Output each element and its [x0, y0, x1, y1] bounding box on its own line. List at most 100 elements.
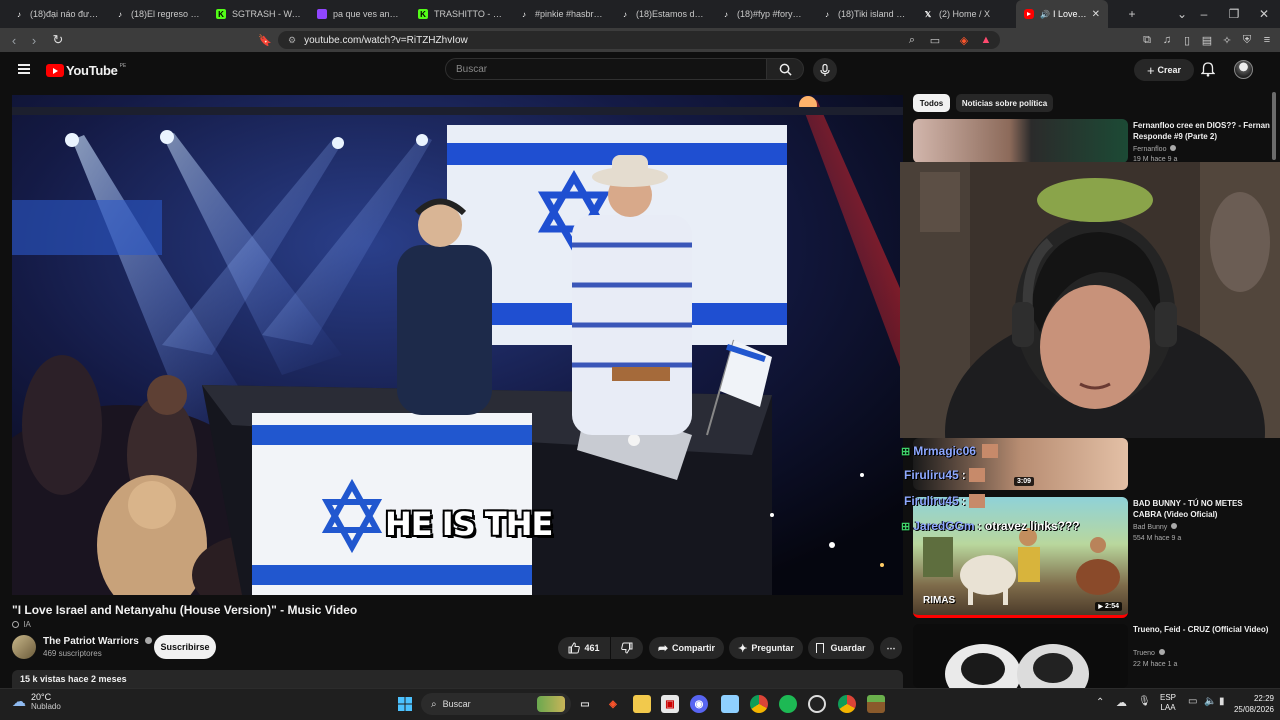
browser-tab[interactable]: ♪ (18)#fyp #foryou # — [713, 0, 814, 28]
taskbar-search-label: Buscar — [442, 699, 471, 709]
tab-title: I Love Isra — [1052, 9, 1088, 19]
file-explorer-icon[interactable] — [633, 695, 651, 713]
tray-chevron-icon[interactable]: ⌃ — [1096, 697, 1104, 708]
start-windows-icon[interactable] — [396, 695, 414, 713]
back-icon[interactable]: ‹ — [4, 33, 24, 48]
create-button[interactable]: + Crear — [1134, 59, 1194, 81]
like-button[interactable]: 461 — [558, 637, 610, 659]
tray-monitor-icon[interactable]: ▭ — [1188, 696, 1197, 707]
share-button[interactable]: ➦ Compartir — [649, 637, 724, 659]
brave-taskbar-icon[interactable]: ◈ — [604, 695, 622, 713]
brave-rewards-icon[interactable]: ▲ — [979, 33, 993, 47]
rec-thumbnail-3[interactable]: RIMAS ▶ 2:54 — [913, 497, 1128, 618]
sidebar-icon[interactable]: ▯ — [1180, 33, 1194, 47]
forward-icon[interactable]: › — [24, 33, 44, 48]
chat-user-4: JaredGGm — [913, 519, 975, 533]
rec-thumbnail-4[interactable] — [913, 624, 1128, 688]
page-scrollbar[interactable] — [1272, 92, 1276, 160]
chrome-profile-icon[interactable] — [838, 695, 856, 713]
more-actions-button[interactable]: ⋯ — [880, 637, 902, 659]
close-icon[interactable]: ✕ — [1092, 9, 1100, 20]
rec-title-4[interactable]: Trueno, Feid - CRUZ (Official Video) — [1133, 624, 1273, 635]
tab-active-youtube[interactable]: 🔊 I Love Isra ✕ — [1016, 0, 1108, 28]
browser-tab[interactable]: K TRASHITTO - Watc — [410, 0, 511, 28]
rec-title-1[interactable]: Fernanfloo cree en DIOS?? - Fernan Respo… — [1133, 120, 1273, 142]
capture-app-icon[interactable]: ▣ — [661, 695, 679, 713]
taskbar-search[interactable]: ⌕ Buscar — [421, 693, 571, 715]
video-player[interactable]: HE IS THE — [12, 95, 903, 595]
language-indicator[interactable]: ESP LAA — [1160, 693, 1176, 713]
obs-icon[interactable] — [808, 695, 826, 713]
menu-icon[interactable]: ≡ — [1260, 33, 1274, 47]
account-avatar[interactable] — [1234, 60, 1253, 79]
rec-title-3[interactable]: BAD BUNNY - TÚ NO METES CABRA (Video Ofi… — [1133, 498, 1273, 520]
chat-user-3: Firuliru45 — [904, 494, 959, 508]
tray-mic-icon[interactable]: 🎙 — [1138, 696, 1151, 707]
keyboard-layout: LAA — [1160, 703, 1176, 712]
save-button[interactable]: Guardar — [808, 637, 874, 659]
extensions-icon[interactable]: ⧉ — [1140, 33, 1154, 47]
reload-icon[interactable]: ↻ — [48, 32, 68, 48]
channel-avatar[interactable] — [12, 635, 36, 659]
discord-icon[interactable]: ◉ — [690, 695, 708, 713]
media-icon[interactable]: ♫ — [1160, 33, 1174, 47]
chip-noticias-politica[interactable]: Noticias sobre política — [956, 94, 1053, 112]
info-icon — [12, 621, 19, 628]
youtube-logo[interactable]: YouTube PE — [46, 63, 126, 78]
cast-icon[interactable]: ▭ — [928, 33, 942, 47]
video-title: "I Love Israel and Netanyahu (House Vers… — [12, 603, 358, 617]
ask-button[interactable]: ✦ Preguntar — [729, 637, 803, 659]
subscribe-button[interactable]: Suscribirse — [154, 635, 216, 659]
minecraft-icon[interactable] — [867, 695, 885, 713]
browser-tab[interactable]: pa que ves angel - — [309, 0, 410, 28]
notepad-icon[interactable] — [721, 695, 739, 713]
speaker-icon[interactable]: 🔊 — [1040, 10, 1050, 19]
weather-widget[interactable]: ☁ 20°C Nublado — [12, 692, 61, 711]
zoom-icon[interactable]: ⌕ — [905, 33, 919, 47]
vpn-icon[interactable]: ⛨ — [1240, 33, 1254, 47]
rec-channel-4[interactable]: Trueno — [1133, 649, 1165, 657]
wallet-icon[interactable]: ▤ — [1200, 33, 1214, 47]
tab-search-chevron-icon[interactable]: ⌄ — [1170, 7, 1194, 21]
minimize-icon[interactable]: – — [1192, 7, 1216, 21]
address-bar[interactable]: ⚙ youtube.com/watch?v=RiTZHZhvIow — [278, 31, 1000, 49]
rec-channel-1[interactable]: Fernanfloo — [1133, 145, 1177, 153]
window-close-icon[interactable]: ✕ — [1252, 7, 1276, 21]
new-tab-button[interactable]: + — [1120, 7, 1144, 21]
dislike-button[interactable] — [611, 637, 643, 659]
like-count: 461 — [584, 643, 600, 653]
browser-tab[interactable]: ♪ (18)El regreso de V — [107, 0, 208, 28]
browser-tab[interactable]: ♪ (18)đại náo đường — [6, 0, 107, 28]
restore-icon[interactable]: ❐ — [1222, 7, 1246, 21]
brave-shield-icon[interactable]: ◈ — [957, 33, 971, 47]
sparkle-icon: ✦ — [738, 642, 748, 655]
ai-badge: IA — [12, 620, 31, 629]
search-icon — [779, 63, 792, 76]
chrome-icon[interactable] — [750, 695, 768, 713]
spotify-icon[interactable] — [779, 695, 797, 713]
clock[interactable]: 22:29 25/08/2026 — [1222, 693, 1274, 715]
channel-name[interactable]: The Patriot Warriors — [43, 636, 152, 647]
browser-tab[interactable]: ♪ #pinkie #hasbro #2 — [511, 0, 612, 28]
leo-icon[interactable]: ✧ — [1220, 33, 1234, 47]
task-view-icon[interactable]: ▭ — [576, 695, 594, 713]
browser-tab[interactable]: ♪ (18)Estamos de acu — [612, 0, 713, 28]
tray-network-cloud-icon[interactable]: ☁ — [1116, 696, 1127, 709]
hamburger-menu-icon[interactable] — [18, 64, 30, 74]
chip-todos[interactable]: Todos — [913, 94, 950, 112]
notifications-bell-icon[interactable] — [1200, 62, 1216, 82]
tray-volume-icon[interactable]: 🔈 — [1204, 696, 1216, 707]
search-input[interactable]: Buscar — [445, 58, 767, 80]
browser-tab-strip: ♪(18)đại náo đường♪(18)El regreso de VKS… — [0, 0, 1280, 28]
tab-title: (18)Tiki island in ga — [838, 9, 907, 19]
browser-tab[interactable]: 𝕏 (2) Home / X — [915, 0, 1016, 28]
browser-tab[interactable]: ♪ (18)Tiki island in ga — [814, 0, 915, 28]
voice-search-button[interactable] — [813, 58, 837, 82]
bookmark-icon[interactable]: 🔖 — [258, 33, 272, 47]
browser-tab[interactable]: K SGTRASH - Watch — [208, 0, 309, 28]
rec-channel-3[interactable]: Bad Bunny — [1133, 523, 1178, 531]
search-button[interactable] — [766, 58, 804, 80]
rec-thumbnail-1[interactable] — [913, 119, 1128, 163]
emote-icon — [968, 468, 985, 482]
site-info-icon[interactable]: ⚙ — [288, 35, 296, 46]
